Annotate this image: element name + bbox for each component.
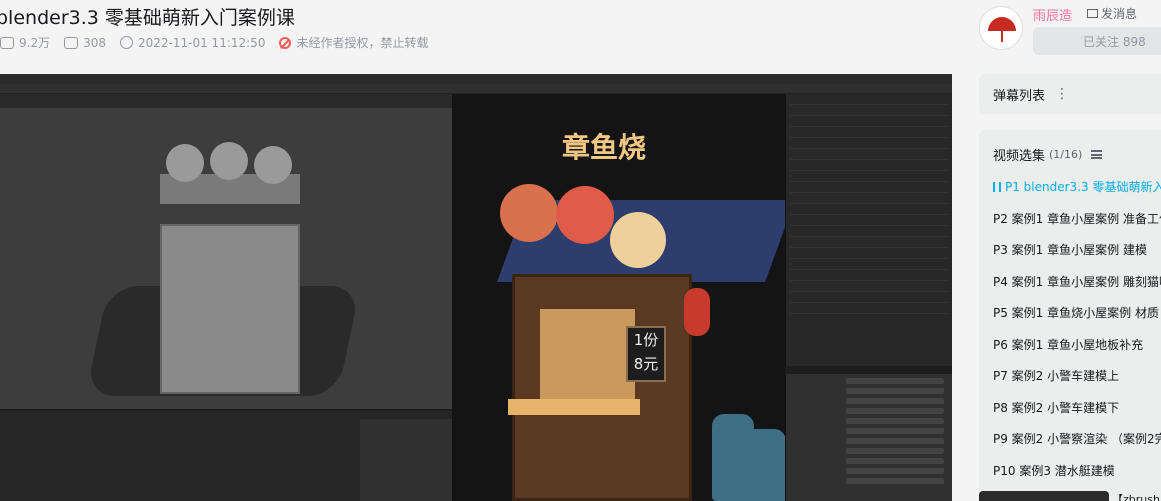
blender-outliner bbox=[785, 94, 952, 366]
danmaku-icon bbox=[64, 36, 79, 49]
grey-octopus bbox=[210, 142, 248, 180]
video-playlist: 视频选集 (1/16) P1 blender3.3 零基础萌新入门案例课 P2 … bbox=[979, 130, 1161, 501]
play-count-icon bbox=[0, 36, 14, 49]
chalkboard-sign: 1份 8元 bbox=[626, 326, 666, 382]
playlist-item-p1[interactable]: P1 blender3.3 零基础萌新入门案例课 bbox=[993, 178, 1161, 195]
views-count: 9.2万 bbox=[19, 36, 51, 50]
stall-window bbox=[540, 309, 635, 409]
shop-sign: 章鱼烧 bbox=[562, 131, 647, 164]
playlist-item-p5[interactable]: P5 案例1 章鱼烧小屋案例 材质 bbox=[993, 304, 1161, 321]
uploader-name[interactable]: 雨辰造 bbox=[1033, 5, 1072, 24]
playlist-item-p6[interactable]: P6 案例1 章鱼小屋地板补充 bbox=[993, 336, 1161, 353]
danmaku-count: 308 bbox=[83, 35, 106, 50]
playlist-item-p4[interactable]: P4 案例1 章鱼小屋案例 雕刻猫咪 bbox=[993, 273, 1161, 290]
publish-datetime: 2022-11-01 11:12:50 bbox=[138, 35, 266, 50]
chalkboard-line2: 8元 bbox=[633, 355, 659, 373]
blender-timeline bbox=[0, 409, 452, 501]
playlist-header: 视频选集 (1/16) bbox=[993, 145, 1103, 164]
danmaku-list-label: 弹幕列表 bbox=[993, 88, 1046, 104]
red-lantern bbox=[684, 288, 710, 336]
forbidden-icon bbox=[279, 36, 292, 49]
playlist-count: (1/16) bbox=[1049, 148, 1083, 161]
playlist-item-p7[interactable]: P7 案例2 小警车建模上 bbox=[993, 367, 1161, 384]
playlist-item-p2[interactable]: P2 案例1 章鱼小屋案例 准备工作 bbox=[993, 210, 1161, 227]
playlist-item-p10[interactable]: P10 案例3 潜水艇建模 bbox=[993, 462, 1161, 479]
grey-octopus bbox=[254, 146, 292, 184]
playlist-title: 视频选集 bbox=[993, 149, 1046, 164]
umbrella-icon bbox=[988, 17, 1016, 31]
playlist-item-p3[interactable]: P3 案例1 章鱼小屋案例 建模 bbox=[993, 241, 1161, 258]
recommend-thumbnail[interactable] bbox=[979, 491, 1109, 501]
video-title: blender3.3 零基础萌新入门案例课 bbox=[0, 7, 295, 29]
follow-button[interactable]: 已关注 898 bbox=[1033, 27, 1161, 55]
publish-time: 2022-11-01 11:12:50 bbox=[120, 36, 265, 50]
mail-icon bbox=[1087, 9, 1098, 18]
views-stat: 9.2万 bbox=[0, 34, 50, 51]
send-message-link[interactable]: 发消息 bbox=[1087, 5, 1137, 22]
video-meta: 9.2万 308 2022-11-01 11:12:50 未经作者授权，禁止转载 bbox=[0, 34, 428, 51]
gas-tank bbox=[744, 429, 786, 501]
playlist-item-p9[interactable]: P9 案例2 小警察渲染 （案例2完） bbox=[993, 430, 1161, 447]
clock-icon bbox=[120, 36, 133, 49]
playing-icon bbox=[993, 182, 1001, 192]
chalkboard-line1: 1份 bbox=[633, 331, 659, 349]
cream-octopus bbox=[610, 212, 666, 268]
list-view-icon[interactable] bbox=[1091, 150, 1103, 159]
uploader-avatar[interactable] bbox=[979, 6, 1023, 50]
send-message-label: 发消息 bbox=[1101, 7, 1138, 21]
video-player[interactable]: 章鱼烧 1份 8元 bbox=[0, 74, 952, 501]
danmaku-list-toggle[interactable]: 弹幕列表 ⋮ bbox=[979, 74, 1161, 114]
red-octopus bbox=[556, 186, 614, 244]
copyright-notice: 未经作者授权，禁止转载 bbox=[279, 34, 428, 51]
more-icon[interactable]: ⋮ bbox=[1055, 86, 1069, 102]
blender-menu-bar bbox=[0, 84, 952, 94]
grey-octopus bbox=[166, 144, 204, 182]
danmaku-stat: 308 bbox=[64, 36, 106, 50]
tool-panel bbox=[360, 419, 452, 501]
blender-properties bbox=[785, 374, 952, 501]
grey-stall bbox=[160, 224, 300, 394]
copyright-text: 未经作者授权，禁止转载 bbox=[296, 36, 429, 50]
orange-octopus bbox=[500, 184, 558, 242]
recommend-title[interactable]: 【zbrush bbox=[1112, 491, 1160, 501]
stall-counter bbox=[508, 399, 640, 415]
blender-title-bar bbox=[0, 74, 952, 84]
playlist-item-p8[interactable]: P8 案例2 小警车建模下 bbox=[993, 399, 1161, 416]
